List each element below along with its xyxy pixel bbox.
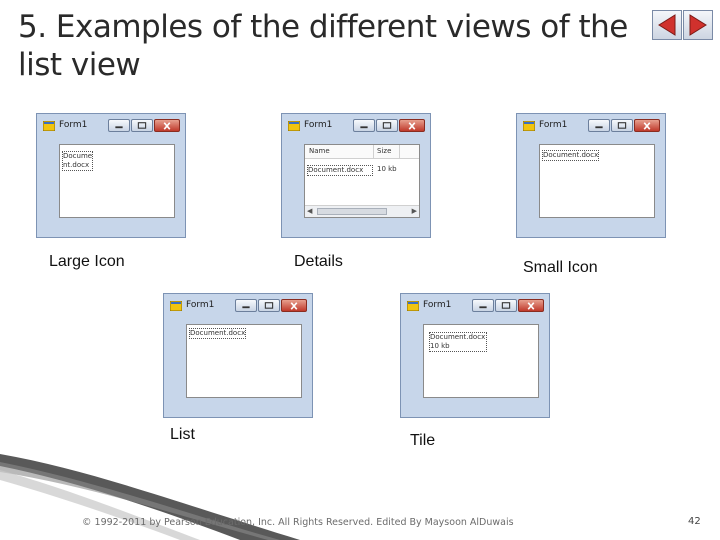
footer-copyright: © 1992-2011 by Pearson Education, Inc. A… xyxy=(82,517,514,528)
close-button[interactable] xyxy=(399,119,425,132)
minimize-icon xyxy=(360,126,368,129)
minimize-button[interactable] xyxy=(472,299,494,312)
form-window-list: Form1 Document.docx xyxy=(163,293,313,418)
maximize-icon xyxy=(501,302,511,309)
slide-title: 5. Examples of the different views of th… xyxy=(18,8,648,84)
close-button[interactable] xyxy=(281,299,307,312)
maximize-button[interactable] xyxy=(131,119,153,132)
form-app-icon xyxy=(407,301,419,311)
form-app-icon xyxy=(523,121,535,131)
window-title-bar[interactable]: Form1 xyxy=(282,114,430,138)
maximize-button[interactable] xyxy=(376,119,398,132)
maximize-icon xyxy=(264,302,274,309)
list-item[interactable]: Document.docx xyxy=(189,328,247,339)
close-icon xyxy=(643,122,651,130)
list-item[interactable]: Document.docx xyxy=(542,150,600,161)
maximize-button[interactable] xyxy=(258,299,280,312)
listview-details[interactable]: Name Size Document.docx 10 kb ◀ ▶ xyxy=(304,144,420,218)
listview-large-icon[interactable]: Docume nt.docx xyxy=(59,144,175,218)
table-row[interactable]: Document.docx xyxy=(307,165,373,176)
window-title-bar[interactable]: Form1 xyxy=(517,114,665,138)
close-button[interactable] xyxy=(518,299,544,312)
maximize-icon xyxy=(382,122,392,129)
close-icon xyxy=(163,122,171,130)
column-divider[interactable] xyxy=(399,145,400,158)
scroll-right-icon[interactable]: ▶ xyxy=(412,207,417,215)
caption-large-icon: Large Icon xyxy=(49,253,125,270)
item-label-line-1: Docume xyxy=(63,152,93,160)
close-icon xyxy=(290,302,298,310)
minimize-button[interactable] xyxy=(108,119,130,132)
caption-details: Details xyxy=(294,253,343,270)
table-cell-size: 10 kb xyxy=(377,165,397,173)
window-title: Form1 xyxy=(423,300,452,310)
minimize-icon xyxy=(242,306,250,309)
window-title: Form1 xyxy=(59,120,88,130)
scroll-left-icon[interactable]: ◀ xyxy=(307,207,312,215)
column-header-name[interactable]: Name xyxy=(309,147,330,155)
maximize-button[interactable] xyxy=(495,299,517,312)
form-window-large-icon: Form1 Docume nt.docx xyxy=(36,113,186,238)
column-header-size[interactable]: Size xyxy=(377,147,391,155)
scrollbar-thumb[interactable] xyxy=(317,208,387,215)
window-title: Form1 xyxy=(186,300,215,310)
window-title-bar[interactable]: Form1 xyxy=(164,294,312,318)
listview-small-icon[interactable]: Document.docx xyxy=(539,144,655,218)
column-header-row: Name Size xyxy=(305,145,419,159)
previous-slide-button[interactable] xyxy=(652,10,682,40)
slide-title-line-2: list view xyxy=(18,47,141,83)
form-window-details: Form1 Name Size Document.docx 10 kb ◀ ▶ xyxy=(281,113,431,238)
window-title-bar[interactable]: Form1 xyxy=(401,294,549,318)
close-icon xyxy=(408,122,416,130)
right-arrow-icon xyxy=(689,14,707,36)
item-label-line-2: nt.docx xyxy=(63,161,90,169)
form-window-tile: Form1 Document.docx 10 kb xyxy=(400,293,550,418)
left-arrow-icon xyxy=(658,14,676,36)
form-app-icon xyxy=(43,121,55,131)
next-slide-button[interactable] xyxy=(683,10,713,40)
form-window-small-icon: Form1 Document.docx xyxy=(516,113,666,238)
maximize-icon xyxy=(137,122,147,129)
maximize-icon xyxy=(617,122,627,129)
close-icon xyxy=(527,302,535,310)
list-item[interactable]: Docume nt.docx xyxy=(62,151,94,171)
minimize-icon xyxy=(115,126,123,129)
maximize-button[interactable] xyxy=(611,119,633,132)
minimize-icon xyxy=(479,306,487,309)
minimize-button[interactable] xyxy=(588,119,610,132)
window-title: Form1 xyxy=(304,120,333,130)
listview-tile[interactable]: Document.docx 10 kb xyxy=(423,324,539,398)
window-title-bar[interactable]: Form1 xyxy=(37,114,185,138)
list-item[interactable]: Document.docx 10 kb xyxy=(429,332,487,352)
close-button[interactable] xyxy=(154,119,180,132)
tile-item-size: 10 kb xyxy=(430,342,450,350)
minimize-button[interactable] xyxy=(353,119,375,132)
horizontal-scrollbar[interactable]: ◀ ▶ xyxy=(305,205,419,217)
column-divider[interactable] xyxy=(373,145,374,158)
form-app-icon xyxy=(170,301,182,311)
close-button[interactable] xyxy=(634,119,660,132)
slide-title-line-1: 5. Examples of the different views of th… xyxy=(18,9,628,45)
page-number: 42 xyxy=(688,516,701,527)
window-title: Form1 xyxy=(539,120,568,130)
minimize-icon xyxy=(595,126,603,129)
minimize-button[interactable] xyxy=(235,299,257,312)
form-app-icon xyxy=(288,121,300,131)
caption-small-icon: Small Icon xyxy=(523,259,598,276)
listview-list[interactable]: Document.docx xyxy=(186,324,302,398)
tile-item-name: Document.docx xyxy=(430,333,486,341)
